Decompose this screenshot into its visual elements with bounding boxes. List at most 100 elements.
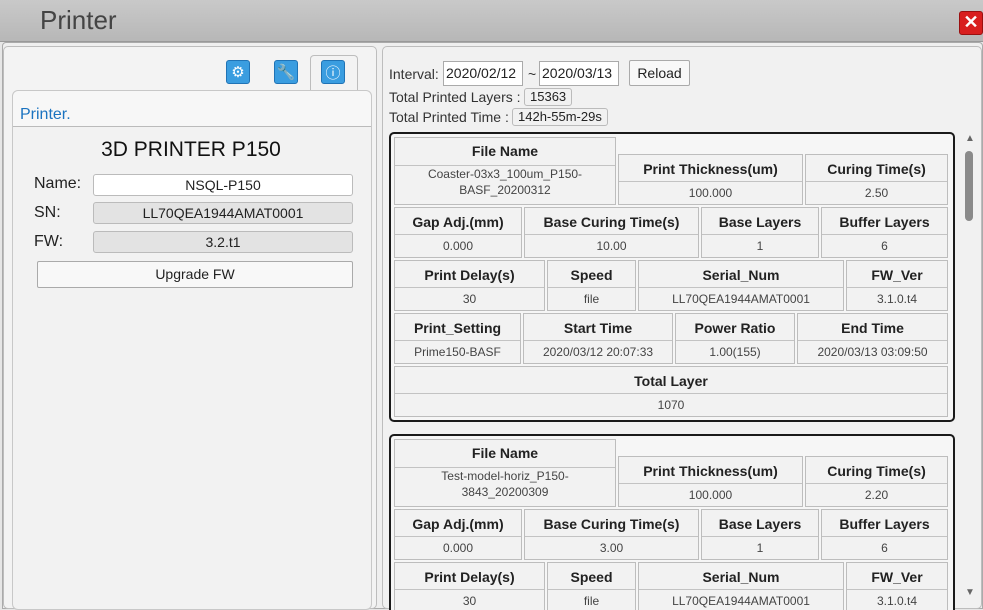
upgrade-fw-button[interactable]: Upgrade FW xyxy=(37,261,353,288)
divider xyxy=(639,287,843,288)
divider xyxy=(395,393,947,394)
close-button[interactable]: ✕ xyxy=(959,11,983,35)
header-total-layer: Total Layer xyxy=(634,373,708,389)
header-buffer-layers: Buffer Layers xyxy=(839,516,930,532)
scroll-up-icon[interactable]: ▲ xyxy=(964,133,976,145)
cell-power-ratio: Power Ratio 1.00(155) xyxy=(675,313,795,364)
header-buffer-layers: Buffer Layers xyxy=(839,214,930,230)
cell-buffer-layers: Buffer Layers 6 xyxy=(821,509,948,560)
total-layers-label: Total Printed Layers : xyxy=(389,89,521,105)
header-speed: Speed xyxy=(570,569,613,585)
cell-print-thickness: Print Thickness(um) 100.000 xyxy=(618,154,803,205)
cell-buffer-layers: Buffer Layers 6 xyxy=(821,207,948,258)
interval-label: Interval: xyxy=(389,66,439,82)
header-gap-adj: Gap Adj.(mm) xyxy=(412,516,504,532)
divider xyxy=(548,287,635,288)
header-print-setting: Print_Setting xyxy=(413,320,502,336)
cell-start-time: Start Time 2020/03/12 20:07:33 xyxy=(523,313,673,364)
header-curing-time: Curing Time(s) xyxy=(827,463,926,479)
cell-curing-time: Curing Time(s) 2.50 xyxy=(805,154,948,205)
print-record: File Name Test-model-horiz_P150-3843_202… xyxy=(389,434,955,610)
divider xyxy=(525,536,698,537)
date-to-input[interactable]: 2020/03/13 xyxy=(539,61,619,86)
cell-fw-ver: FW_Ver 3.1.0.t4 xyxy=(846,562,948,610)
cell-fw-ver: FW_Ver 3.1.0.t4 xyxy=(846,260,948,311)
header-power-ratio: Power Ratio xyxy=(694,320,776,336)
divider xyxy=(525,234,698,235)
cell-gap-adj: Gap Adj.(mm) 0.000 xyxy=(394,207,522,258)
header-print-delay: Print Delay(s) xyxy=(424,569,515,585)
divider xyxy=(395,287,544,288)
divider xyxy=(524,340,672,341)
date-from-input[interactable]: 2020/02/12 xyxy=(443,61,523,86)
range-separator: ~ xyxy=(528,66,537,82)
cell-gap-adj: Gap Adj.(mm) 0.000 xyxy=(394,509,522,560)
header-print-delay: Print Delay(s) xyxy=(424,267,515,283)
divider xyxy=(619,483,802,484)
divider xyxy=(619,181,802,182)
divider xyxy=(395,340,520,341)
cell-serial-num: Serial_Num LL70QEA1944AMAT0001 xyxy=(638,562,844,610)
cell-base-curing: Base Curing Time(s) 10.00 xyxy=(524,207,699,258)
header-fw-ver: FW_Ver xyxy=(871,569,923,585)
header-end-time: End Time xyxy=(841,320,904,336)
cell-curing-time: Curing Time(s) 2.20 xyxy=(805,456,948,507)
tab-settings[interactable]: ⚙ xyxy=(226,60,250,84)
fw-field: 3.2.t1 xyxy=(93,231,353,253)
card-header: Printer. xyxy=(13,91,371,127)
scroll-down-icon[interactable]: ▼ xyxy=(964,587,976,599)
print-history-panel: Interval: 2020/02/12 ~ 2020/03/13 Reload… xyxy=(382,46,982,610)
cell-speed: Speed file xyxy=(547,260,636,311)
divider xyxy=(548,589,635,590)
divider xyxy=(806,181,947,182)
header-base-curing: Base Curing Time(s) xyxy=(543,516,680,532)
divider xyxy=(806,483,947,484)
printer-info-panel: ⚙ 🔧 ⓘ Printer. 3D PRINTER P150 Name: NSQ… xyxy=(3,46,377,610)
divider xyxy=(395,234,521,235)
header-fw-ver: FW_Ver xyxy=(871,267,923,283)
header-curing-time: Curing Time(s) xyxy=(827,161,926,177)
header-base-layers: Base Layers xyxy=(718,516,802,532)
name-field[interactable]: NSQL-P150 xyxy=(93,174,353,196)
printer-card: Printer. xyxy=(12,90,372,610)
header-start-time: Start Time xyxy=(563,320,633,336)
print-record: File Name Coaster-03x3_100um_P150-BASF_2… xyxy=(389,132,955,422)
name-label: Name: xyxy=(34,175,82,192)
divider xyxy=(395,589,544,590)
tab-tools[interactable]: 🔧 xyxy=(274,60,298,84)
section-title: Printer. xyxy=(20,106,71,123)
info-icon: ⓘ xyxy=(325,64,341,82)
header-gap-adj: Gap Adj.(mm) xyxy=(412,214,504,230)
header-speed: Speed xyxy=(570,267,613,283)
header-base-curing: Base Curing Time(s) xyxy=(543,214,680,230)
cell-print-setting: Print_Setting Prime150-BASF xyxy=(394,313,521,364)
divider xyxy=(822,234,947,235)
cell-base-layers: Base Layers 1 xyxy=(701,509,819,560)
header-file-name: File Name xyxy=(471,445,539,461)
divider xyxy=(702,234,818,235)
header-serial-num: Serial_Num xyxy=(702,569,780,585)
fw-label: FW: xyxy=(34,233,64,250)
cell-base-layers: Base Layers 1 xyxy=(701,207,819,258)
settings-icon: ⚙ xyxy=(231,64,245,81)
cell-print-thickness: Print Thickness(um) 100.000 xyxy=(618,456,803,507)
divider xyxy=(798,340,947,341)
cell-print-delay: Print Delay(s) 30 xyxy=(394,260,545,311)
scrollbar-thumb[interactable] xyxy=(965,151,973,221)
divider xyxy=(395,536,521,537)
divider xyxy=(395,467,615,468)
cell-total-layer: Total Layer 1070 xyxy=(394,366,948,417)
divider xyxy=(676,340,794,341)
divider xyxy=(847,589,947,590)
reload-button[interactable]: Reload xyxy=(629,60,690,86)
divider xyxy=(702,536,818,537)
cell-print-delay: Print Delay(s) 30 xyxy=(394,562,545,610)
window-titlebar: Printer xyxy=(0,0,983,42)
close-icon: ✕ xyxy=(963,12,979,32)
total-time-value: 142h-55m-29s xyxy=(512,108,608,126)
cell-end-time: End Time 2020/03/13 03:09:50 xyxy=(797,313,948,364)
wrench-icon: 🔧 xyxy=(276,64,296,81)
tab-info[interactable]: ⓘ xyxy=(321,60,345,84)
records-scrollbar[interactable]: ▲ ▼ xyxy=(961,131,979,601)
divider xyxy=(822,536,947,537)
